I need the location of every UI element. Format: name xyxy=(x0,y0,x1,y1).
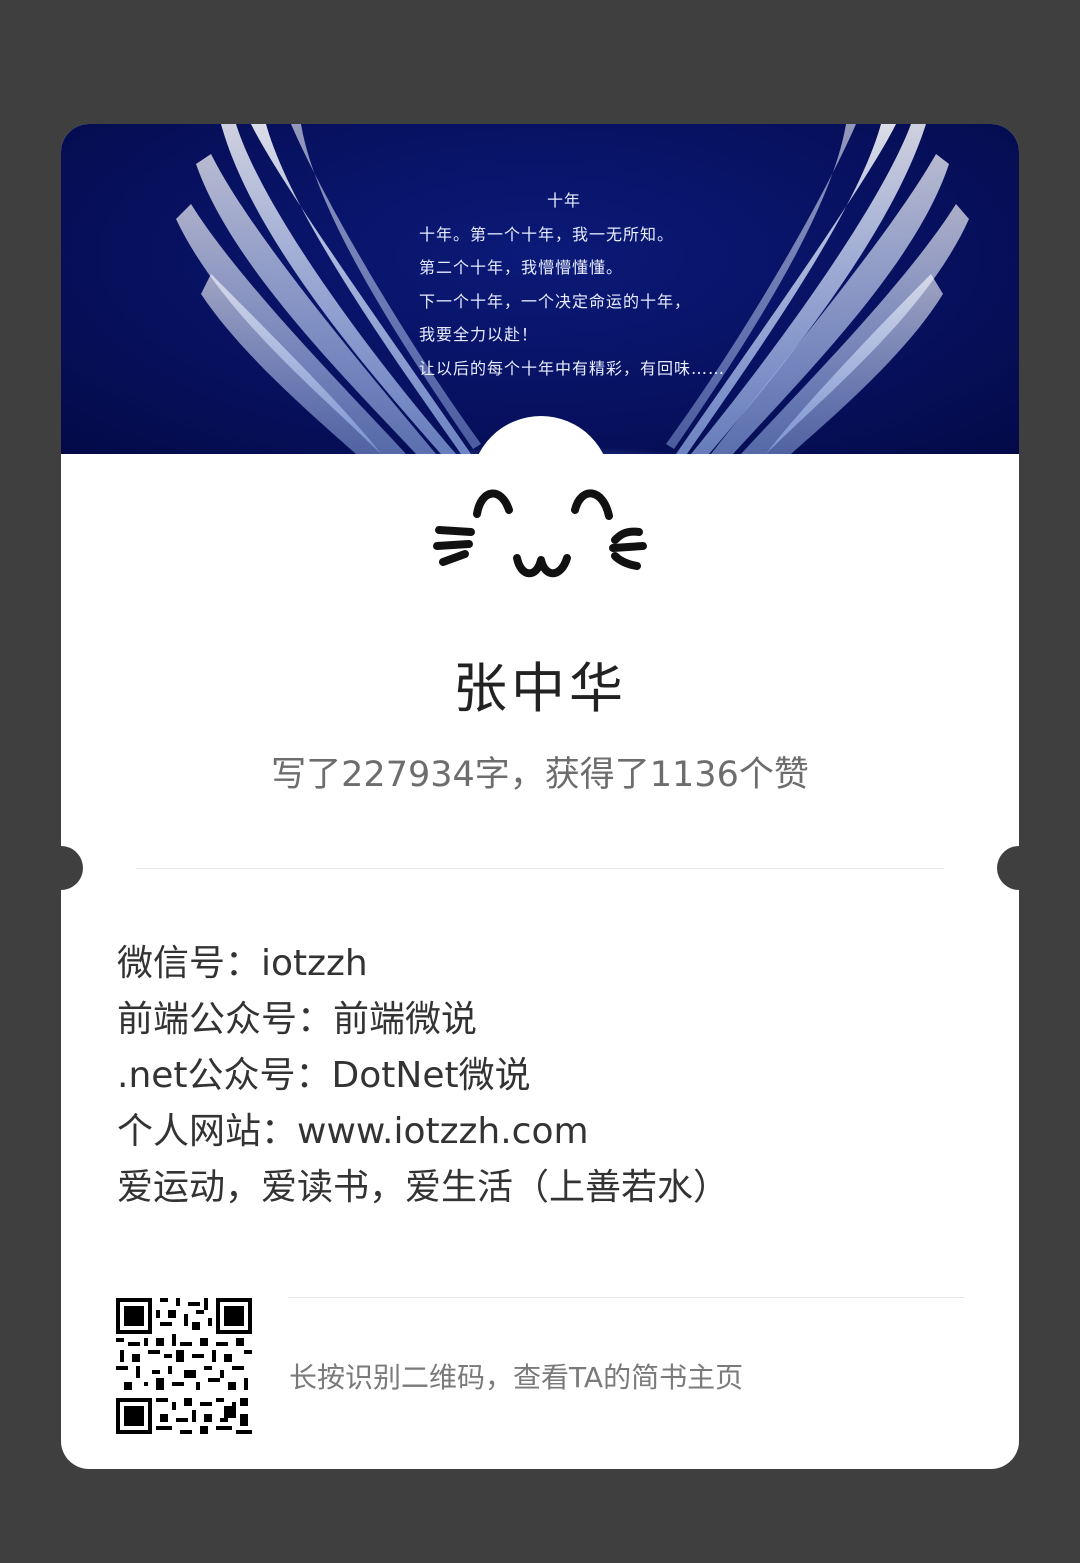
bio-section: 微信号：iotzzh 前端公众号：前端微说 .net公众号：DotNet微说 个… xyxy=(117,936,977,1216)
poem-line: 第二个十年，我懵懵懂懂。 xyxy=(419,258,624,277)
bio-hobbies: 爱运动，爱读书，爱生活（上善若水） xyxy=(117,1167,730,1208)
profile-stats: 写了227934字，获得了1136个赞 xyxy=(271,755,809,795)
poem-line: 我要全力以赴！ xyxy=(419,325,539,344)
profile-name: 张中华 xyxy=(453,657,627,720)
qr-caption: 长按识别二维码，查看TA的简书主页 xyxy=(289,1361,744,1394)
poem-line: 下一个十年，一个决定命运的十年， xyxy=(419,291,692,311)
divider xyxy=(136,868,944,869)
card-notch-left xyxy=(39,846,83,890)
card-notch-right xyxy=(997,846,1041,890)
cat-face-icon xyxy=(433,489,647,578)
banner-image: 十年 十年。第一个十年，我一无所知。 第二个十年，我懵懵懂懂。 下一个十年，一个… xyxy=(61,124,1019,454)
poem-text: 十年 十年。第一个十年，我一无所知。 第二个十年，我懵懵懂懂。 下一个十年，一个… xyxy=(419,184,779,385)
profile-card: 十年 十年。第一个十年，我一无所知。 第二个十年，我懵懵懂懂。 下一个十年，一个… xyxy=(61,124,1019,1469)
poem-line: 十年。第一个十年，我一无所知。 xyxy=(419,224,675,244)
poem-title: 十年 xyxy=(546,191,581,210)
bio-wechat-id: 微信号：iotzzh xyxy=(117,943,368,984)
divider xyxy=(288,1297,964,1298)
poem-line: 让以后的每个十年中有精彩，有回味…… xyxy=(419,358,726,378)
bio-website: 个人网站：www.iotzzh.com xyxy=(117,1111,589,1152)
bio-frontend-account: 前端公众号：前端微说 xyxy=(117,999,478,1040)
qr-code-icon[interactable] xyxy=(116,1298,252,1434)
bio-dotnet-account: .net公众号：DotNet微说 xyxy=(117,1055,531,1096)
